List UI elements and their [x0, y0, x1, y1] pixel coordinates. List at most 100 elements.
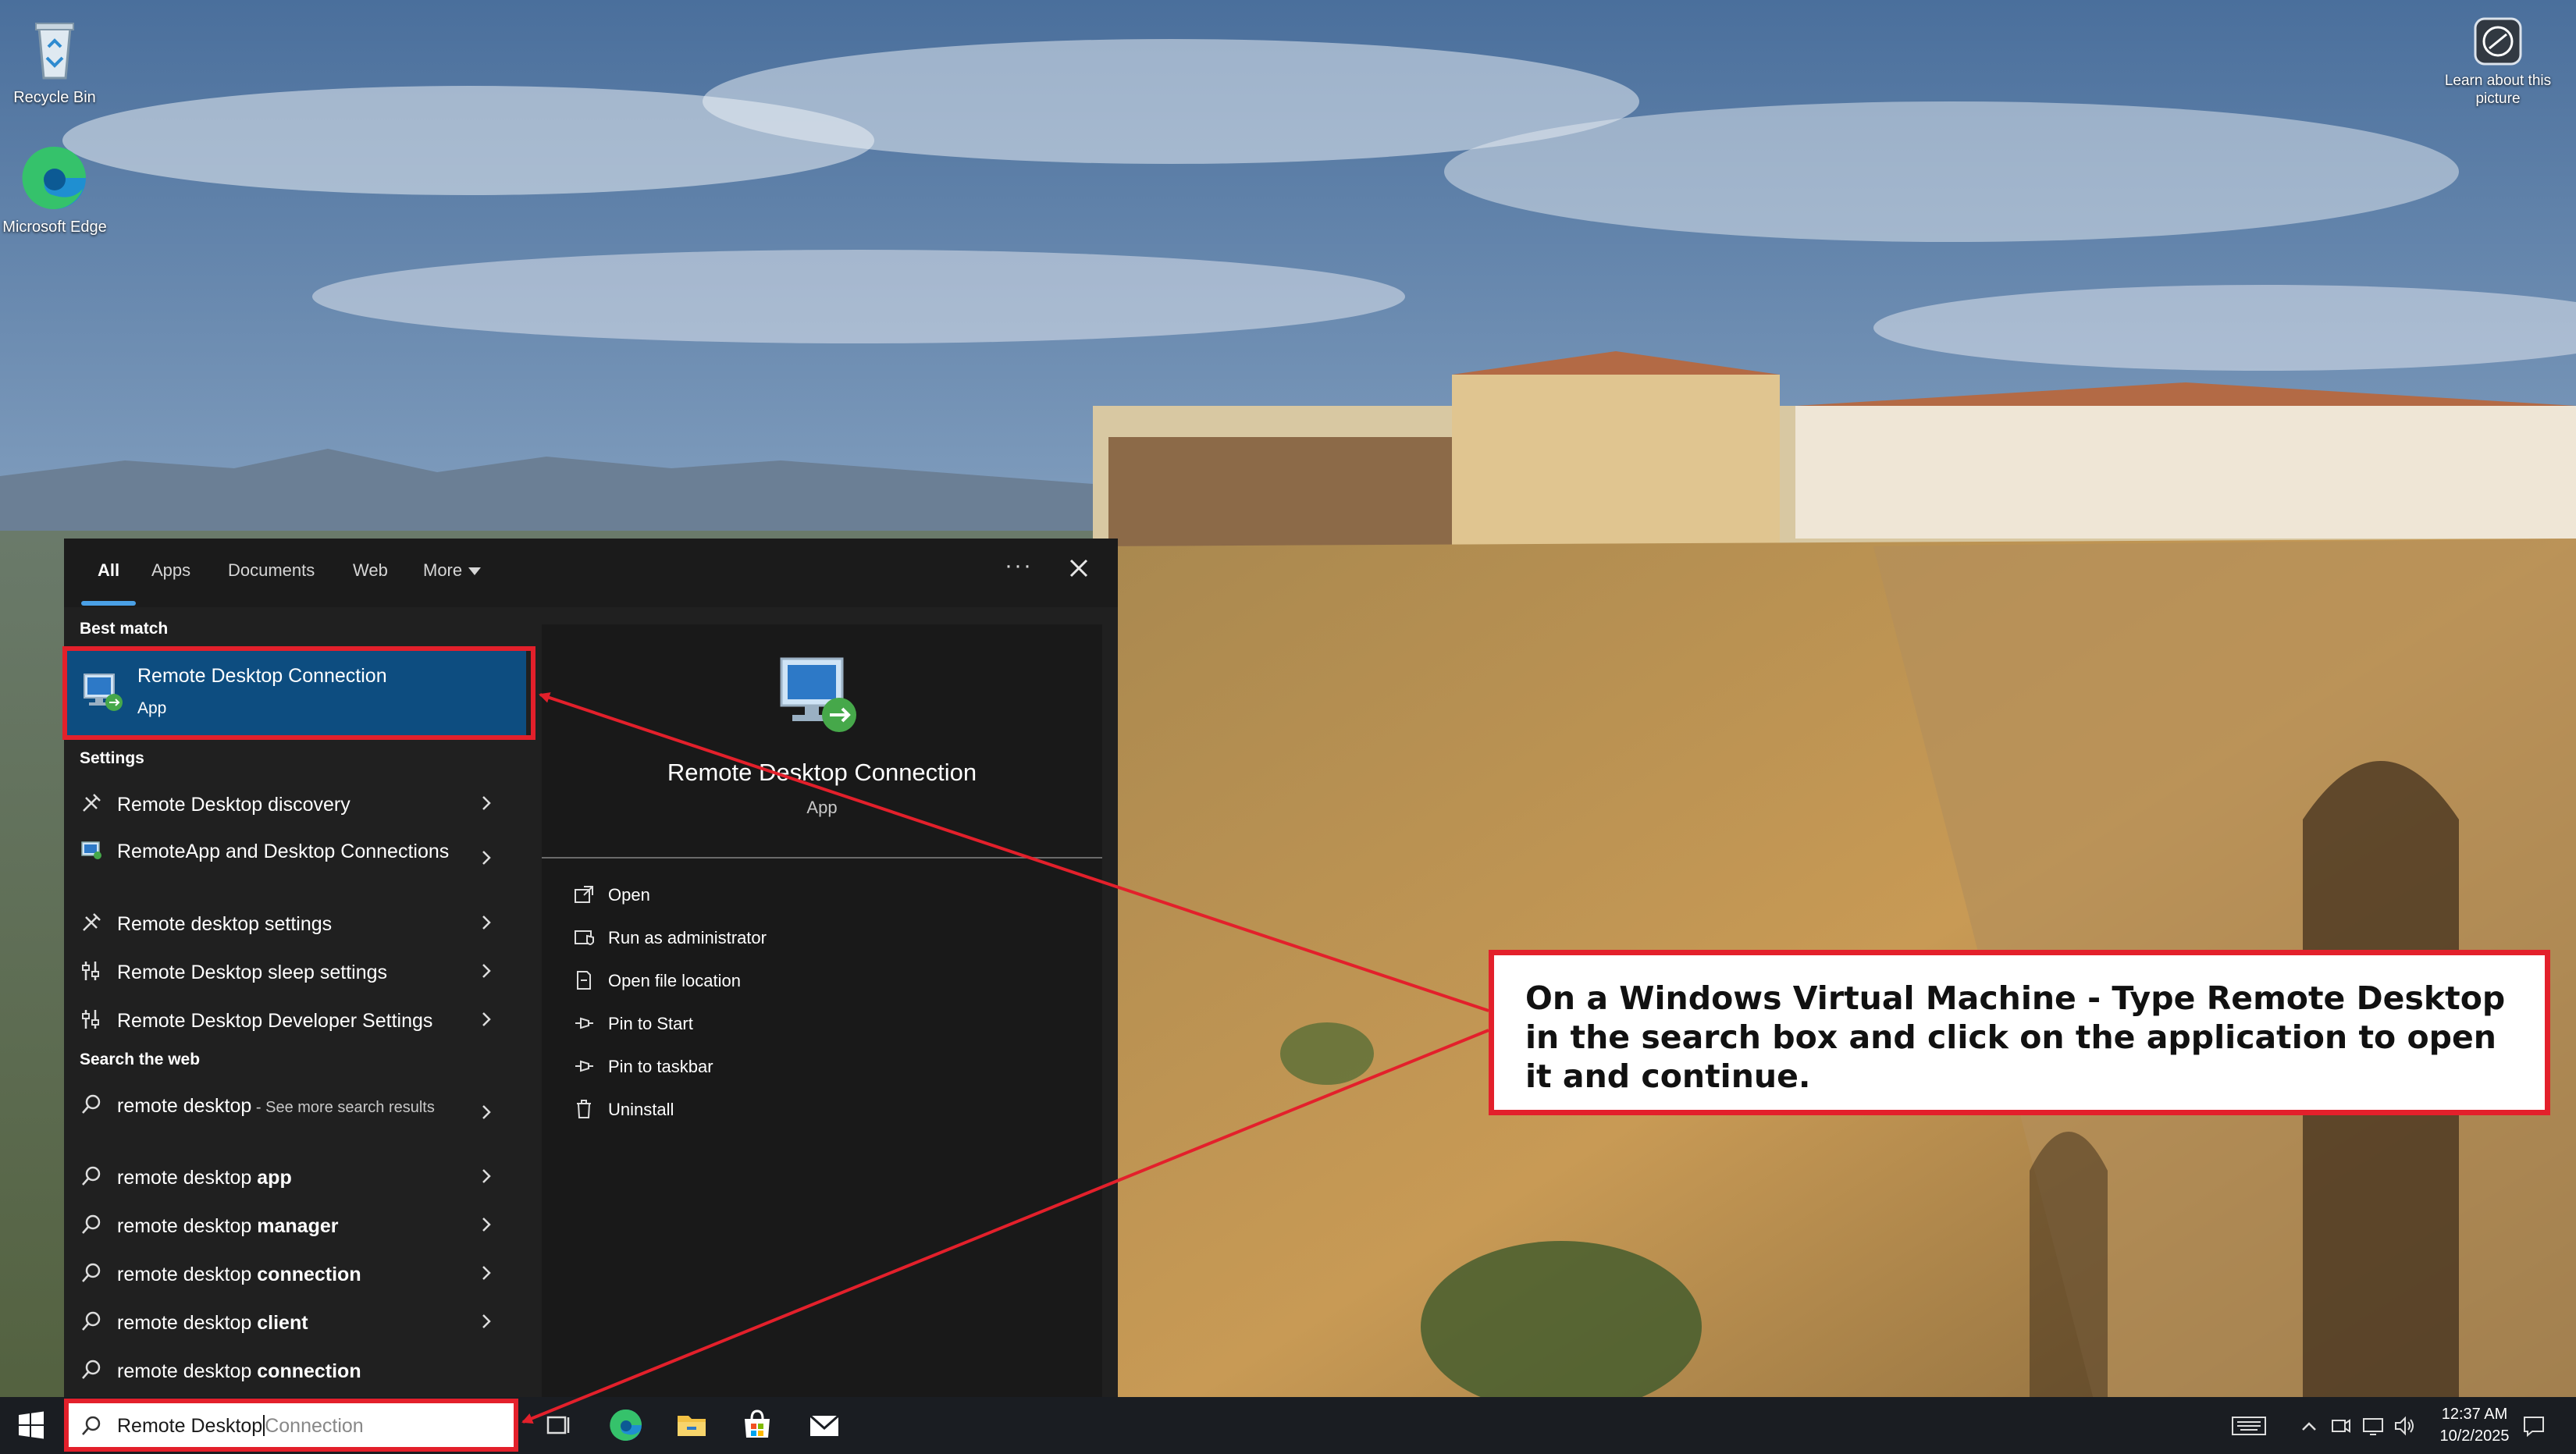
pin-icon	[573, 1012, 595, 1034]
search-icon	[80, 1414, 103, 1438]
settings-item-label: RemoteApp and Desktop Connections	[117, 841, 450, 862]
tab-more[interactable]: More	[423, 560, 482, 581]
chevron-right-icon	[478, 1010, 495, 1029]
web-item-label: remote desktop app	[117, 1165, 484, 1191]
web-item-client[interactable]: remote desktop client	[64, 1299, 526, 1346]
desktop-icon-edge[interactable]: Microsoft Edge	[0, 140, 109, 236]
file-location-icon	[573, 969, 595, 991]
action-label: Open file location	[608, 971, 741, 990]
results-list: Best match Remote Desktop Connection App…	[64, 607, 526, 1397]
chevron-right-icon	[478, 1215, 495, 1234]
active-tab-indicator	[81, 601, 136, 606]
shield-icon	[573, 926, 595, 948]
tools-icon	[80, 911, 103, 934]
taskbar-clock[interactable]: 12:37 AM 10/2/2025	[2420, 1403, 2529, 1447]
chevron-right-icon	[478, 794, 495, 812]
chevron-right-icon	[478, 1167, 495, 1186]
trash-icon	[573, 1098, 595, 1120]
web-query-text: remote desktop	[117, 1215, 258, 1237]
meet-now-icon[interactable]	[2328, 1414, 2353, 1438]
web-item-see-more[interactable]: remote desktop - See more search results	[64, 1082, 526, 1144]
web-query-bold: app	[257, 1167, 292, 1189]
tab-documents[interactable]: Documents	[228, 560, 315, 581]
web-query-text: remote desktop	[117, 1264, 258, 1285]
instruction-callout: On a Windows Virtual Machine - Type Remo…	[1489, 950, 2550, 1115]
web-section-title: Search the web	[80, 1051, 201, 1068]
taskbar-search-box[interactable]: Remote Desktop Connection	[64, 1399, 518, 1452]
chevron-up-icon[interactable]	[2297, 1414, 2322, 1438]
action-label: Open	[608, 885, 650, 905]
keyboard-icon[interactable]	[2231, 1414, 2267, 1438]
control-panel-icon	[80, 838, 103, 862]
chevron-right-icon	[478, 1103, 495, 1122]
notification-icon[interactable]	[2521, 1414, 2546, 1438]
learn-about-label: Learn about this picture	[2444, 73, 2552, 107]
web-query-bold: connection	[257, 1360, 361, 1382]
chevron-down-icon	[468, 567, 482, 576]
search-text: Remote Desktop Connection	[117, 1415, 364, 1438]
chevron-right-icon	[478, 962, 495, 980]
tab-web[interactable]: Web	[353, 560, 388, 581]
mail-icon[interactable]	[804, 1405, 845, 1445]
settings-item-remote-desktop-settings[interactable]: Remote desktop settings	[64, 900, 526, 947]
app-detail-pane: Remote Desktop Connection App Open Run a…	[542, 624, 1102, 1397]
settings-item-discovery[interactable]: Remote Desktop discovery	[64, 780, 526, 827]
desktop-icon-recycle-bin[interactable]: Recycle Bin	[0, 11, 109, 107]
developer-sliders-icon	[80, 1008, 103, 1031]
search-suggestion-text: Connection	[265, 1415, 364, 1437]
store-icon[interactable]	[737, 1405, 777, 1445]
desktop-icon-label: Microsoft Edge	[2, 219, 107, 236]
web-item-connection[interactable]: remote desktop connection	[64, 1250, 526, 1297]
task-view-icon[interactable]	[539, 1405, 579, 1445]
tab-all[interactable]: All	[98, 560, 119, 581]
web-query-bold: client	[257, 1312, 308, 1334]
callout-text: On a Windows Virtual Machine - Type Remo…	[1525, 979, 2506, 1095]
detail-divider	[542, 857, 1102, 859]
clock-date: 10/2/2025	[2439, 1427, 2510, 1445]
edge-icon[interactable]	[606, 1405, 646, 1445]
web-item-label: remote desktop connection	[117, 1262, 484, 1288]
detail-app-name: Remote Desktop Connection	[667, 759, 977, 786]
settings-item-developer-settings[interactable]: Remote Desktop Developer Settings	[64, 997, 526, 1043]
volume-icon[interactable]	[2392, 1414, 2417, 1438]
best-match-result[interactable]: Remote Desktop Connection App	[64, 651, 526, 737]
web-item-connection-2[interactable]: remote desktop connection	[64, 1347, 526, 1386]
close-icon[interactable]	[1063, 553, 1094, 584]
settings-item-label: Remote desktop settings	[117, 913, 333, 935]
tab-apps[interactable]: Apps	[151, 560, 190, 581]
web-query-text: remote desktop	[117, 1360, 258, 1382]
settings-item-sleep-settings[interactable]: Remote Desktop sleep settings	[64, 948, 526, 995]
ellipsis-icon[interactable]: ···	[1005, 553, 1033, 579]
action-label: Pin to Start	[608, 1014, 693, 1033]
web-item-label: remote desktop manager	[117, 1214, 484, 1239]
best-match-name: Remote Desktop Connection	[137, 665, 387, 687]
chevron-right-icon	[478, 913, 495, 932]
settings-section-title: Settings	[80, 749, 144, 767]
detail-app-type: App	[806, 798, 838, 817]
windows-start-icon[interactable]	[14, 1408, 48, 1442]
learn-about-picture[interactable]: Learn about this picture	[2443, 14, 2553, 108]
search-icon	[80, 1310, 103, 1333]
web-item-manager[interactable]: remote desktop manager	[64, 1202, 526, 1249]
tools-icon	[80, 791, 103, 815]
open-icon	[573, 883, 595, 905]
chevron-right-icon	[478, 1312, 495, 1331]
web-query-text: remote desktop	[117, 1167, 258, 1189]
best-match-type: App	[137, 699, 167, 717]
taskbar: Remote Desktop Connection 12:37 AM 10/2/…	[0, 1397, 2576, 1454]
search-icon	[80, 1093, 103, 1116]
search-panel: All Apps Documents Web More ··· Best mat…	[64, 539, 1118, 1397]
settings-item-remoteapp[interactable]: RemoteApp and Desktop Connections	[64, 827, 526, 890]
pin-icon	[573, 1055, 595, 1077]
web-item-app[interactable]: remote desktop app	[64, 1154, 526, 1200]
tab-more-label: More	[423, 560, 463, 580]
best-match-title: Best match	[80, 620, 169, 638]
action-label: Uninstall	[608, 1100, 674, 1119]
search-icon	[80, 1358, 103, 1381]
web-item-label: remote desktop client	[117, 1310, 484, 1336]
chevron-right-icon	[478, 1264, 495, 1282]
developer-sliders-icon	[80, 959, 103, 983]
network-icon[interactable]	[2361, 1414, 2386, 1438]
file-explorer-icon[interactable]	[671, 1405, 712, 1445]
chevron-right-icon	[478, 848, 495, 867]
